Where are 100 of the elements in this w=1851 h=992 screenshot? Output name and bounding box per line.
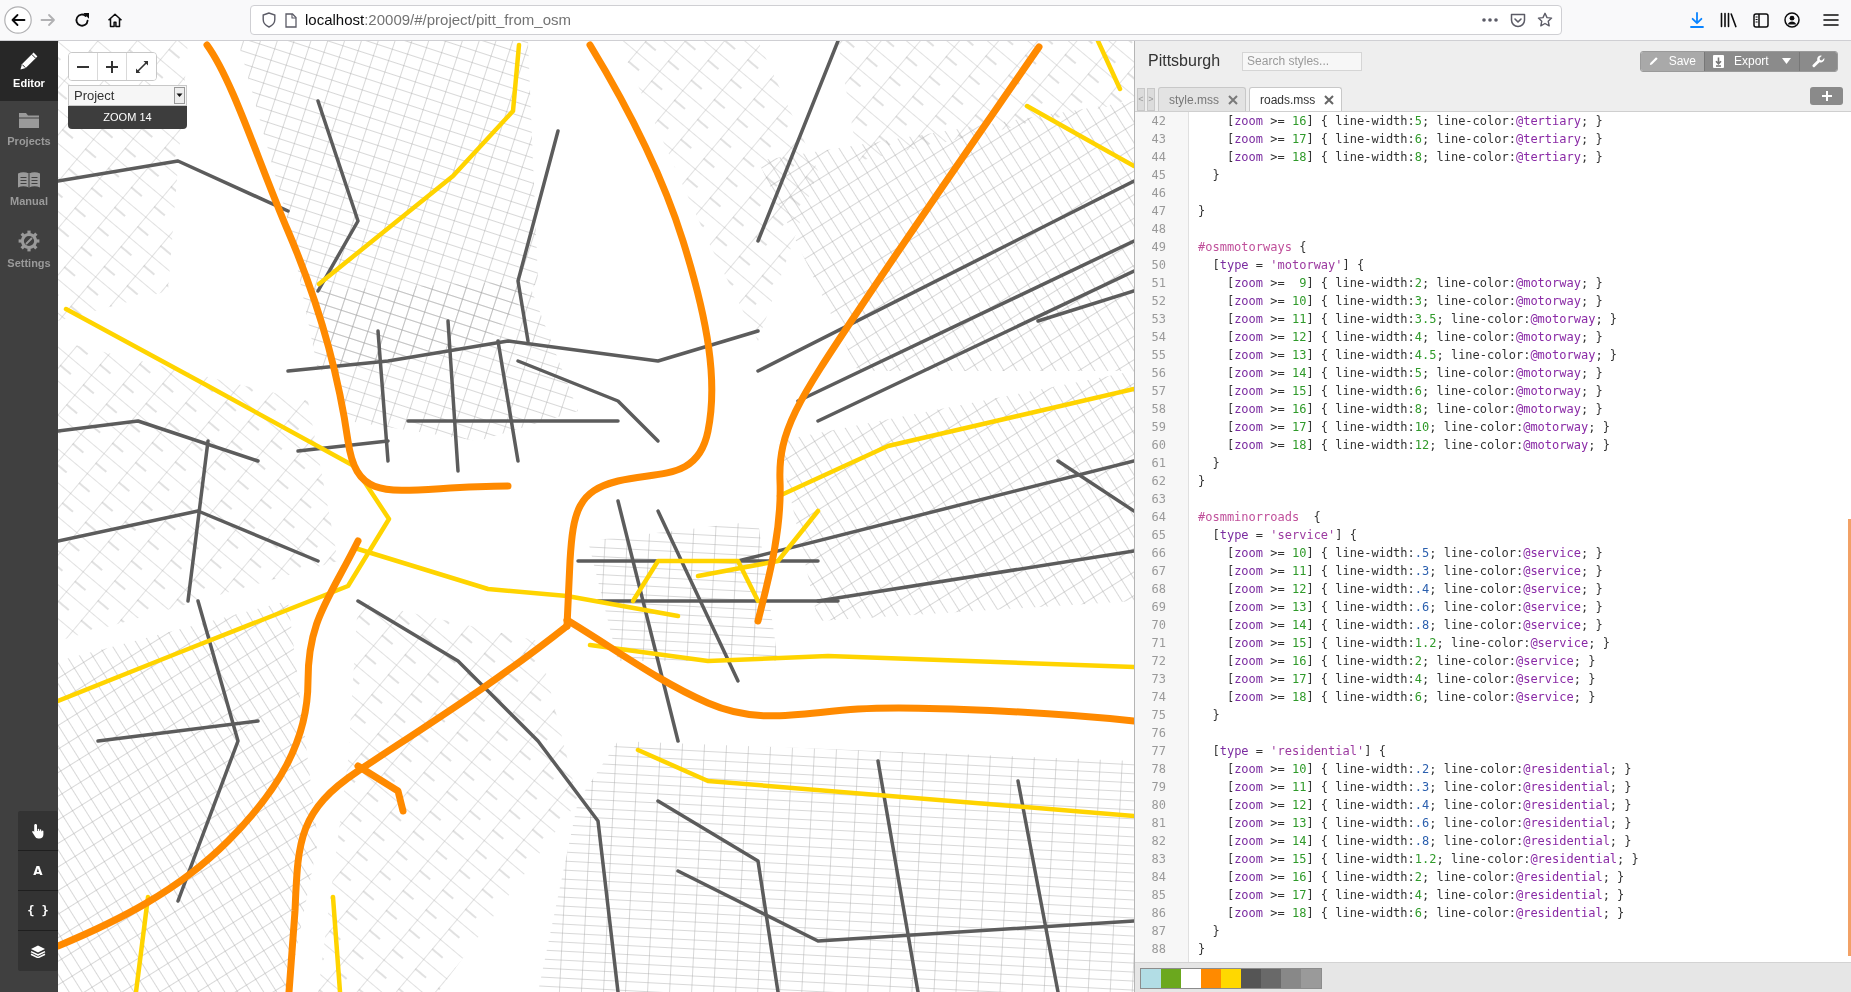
tab-scroll-button[interactable]: >	[1147, 88, 1155, 111]
url-text: localhost:20009/#/project/pitt_from_osm	[305, 11, 571, 29]
line-number: 69	[1151, 600, 1166, 614]
menu-icon[interactable]	[1823, 13, 1839, 27]
layers-icon	[30, 944, 46, 958]
file-tab[interactable]: roads.mss	[1249, 87, 1342, 111]
line-number: 56	[1151, 366, 1166, 380]
line-number: 59	[1151, 420, 1166, 434]
code-line: [zoom >= 15] { line-width:1.2; line-color:@residential; }	[1226, 852, 1639, 866]
line-number: 57	[1151, 384, 1166, 398]
close-icon[interactable]	[1324, 94, 1334, 105]
code-line: [zoom >= 17] { line-width:6; line-color:@tertiary; }	[1226, 132, 1603, 146]
books-icon[interactable]	[1720, 12, 1738, 28]
code-line: [zoom >= 10] { line-width:3; line-color:@motorway; }	[1226, 294, 1603, 308]
folder-icon	[18, 110, 40, 130]
code-line: [zoom >= 16] { line-width:2; line-color:@service; }	[1226, 654, 1596, 668]
code-line: [zoom >= 16] { line-width:8; line-color:@motorway; }	[1226, 402, 1603, 416]
scrollbar[interactable]	[1848, 519, 1851, 956]
address-bar[interactable]: localhost:20009/#/project/pitt_from_osm	[250, 5, 1562, 35]
code-line: [zoom >= 13] { line-width:.6; line-color:@residential; }	[1226, 816, 1632, 830]
line-number: 68	[1151, 582, 1166, 596]
swatch-icon[interactable]	[1241, 969, 1261, 988]
line-number: 54	[1151, 330, 1166, 344]
line-number: 50	[1151, 258, 1166, 272]
swatch-icon[interactable]	[1261, 969, 1281, 988]
sidebar-item[interactable]: Manual	[0, 161, 58, 221]
search-field[interactable]: Search styles...	[1242, 51, 1363, 71]
line-number: 77	[1151, 744, 1166, 758]
code-line: }	[1212, 456, 1220, 470]
file-download-icon	[1713, 54, 1724, 68]
sidebar-item[interactable]: Editor	[0, 41, 58, 101]
code-line: [zoom >= 14] { line-width:5; line-color:@motorway; }	[1226, 366, 1603, 380]
export-button[interactable]: Export	[1704, 51, 1799, 71]
swatch-icon[interactable]	[1201, 969, 1221, 988]
line-number: 43	[1151, 132, 1166, 146]
wrench-icon	[1812, 54, 1825, 68]
sidebar-item[interactable]: Settings	[0, 221, 58, 281]
line-number: 70	[1151, 618, 1166, 632]
line-number: 51	[1151, 276, 1166, 290]
code-line: [zoom >= 10] { line-width:.2; line-color:@residential; }	[1226, 762, 1632, 776]
swatch-icon[interactable]	[1161, 969, 1181, 988]
swatch-icon[interactable]	[1281, 969, 1301, 988]
download-icon[interactable]	[1689, 12, 1705, 28]
line-number: 78	[1151, 762, 1166, 776]
account-icon[interactable]	[1784, 12, 1800, 28]
line-number: 82	[1151, 834, 1166, 848]
project-select[interactable]: Project	[68, 85, 187, 106]
line-number: 63	[1151, 492, 1166, 506]
code-line: [zoom >= 9] { line-width:2; line-color:@motorway; }	[1226, 276, 1603, 290]
code-line: [zoom >= 12] { line-width:.4; line-color:@service; }	[1226, 582, 1603, 596]
gear-icon	[18, 230, 40, 252]
tools-button[interactable]	[1799, 51, 1837, 71]
code-line: }	[1198, 474, 1206, 488]
swatch-icon[interactable]	[1141, 969, 1161, 988]
code-line: #osmminorroads {	[1198, 510, 1321, 524]
zoom-level-label: ZOOM 14	[68, 106, 187, 129]
hand-pointer-icon	[31, 822, 45, 839]
project-title: Pittsburgh	[1148, 51, 1221, 71]
code-line: }	[1212, 708, 1220, 722]
line-number: 84	[1151, 870, 1166, 884]
code-line: [zoom >= 11] { line-width:3.5; line-color:@motorway; }	[1226, 312, 1618, 326]
line-number: 79	[1151, 780, 1166, 794]
line-number: 86	[1151, 906, 1166, 920]
reload-icon[interactable]	[74, 12, 90, 28]
code-line: [zoom >= 15] { line-width:6; line-color:@motorway; }	[1226, 384, 1603, 398]
file-tab[interactable]: style.mss	[1158, 87, 1246, 111]
page-icon	[285, 12, 297, 28]
line-number: 75	[1151, 708, 1166, 722]
code-line: [zoom >= 12] { line-width:.4; line-color:@residential; }	[1226, 798, 1632, 812]
line-number: 87	[1151, 924, 1166, 938]
code-line: }	[1198, 942, 1206, 956]
line-number: 42	[1151, 114, 1166, 128]
code-line: [zoom >= 12] { line-width:4; line-color:@motorway; }	[1226, 330, 1603, 344]
line-number: 73	[1151, 672, 1166, 686]
line-number: 58	[1151, 402, 1166, 416]
code-line: [zoom >= 18] { line-width:8; line-color:@tertiary; }	[1226, 150, 1603, 164]
caret-icon[interactable]	[174, 87, 185, 104]
code-line: [zoom >= 14] { line-width:.8; line-color:@service; }	[1226, 618, 1603, 632]
shield-icon[interactable]	[262, 12, 276, 28]
close-icon[interactable]	[1228, 94, 1238, 105]
home-icon[interactable]	[107, 12, 123, 28]
sidebar-item[interactable]: Projects	[0, 101, 58, 161]
shield-chevron-icon[interactable]	[1510, 12, 1526, 28]
caret-icon	[1782, 58, 1791, 64]
street-map-drawing[interactable]	[58, 41, 1134, 992]
back-icon[interactable]	[4, 6, 32, 34]
swatch-icon[interactable]	[1181, 969, 1201, 988]
tab-scroll-button[interactable]: <	[1137, 88, 1145, 111]
new-tab-button[interactable]	[1810, 87, 1843, 105]
line-number: 76	[1151, 726, 1166, 740]
line-number: 55	[1151, 348, 1166, 362]
sidebar-icon[interactable]	[1753, 12, 1769, 28]
star-icon[interactable]	[1537, 12, 1553, 28]
swatch-icon[interactable]	[1221, 969, 1241, 988]
swatch-icon[interactable]	[1301, 969, 1321, 988]
more-icon[interactable]	[1482, 18, 1498, 22]
zoom-out-button[interactable]	[69, 53, 98, 80]
code-line: }	[1212, 924, 1220, 938]
plus-icon	[106, 60, 118, 73]
line-number: 62	[1151, 474, 1166, 488]
